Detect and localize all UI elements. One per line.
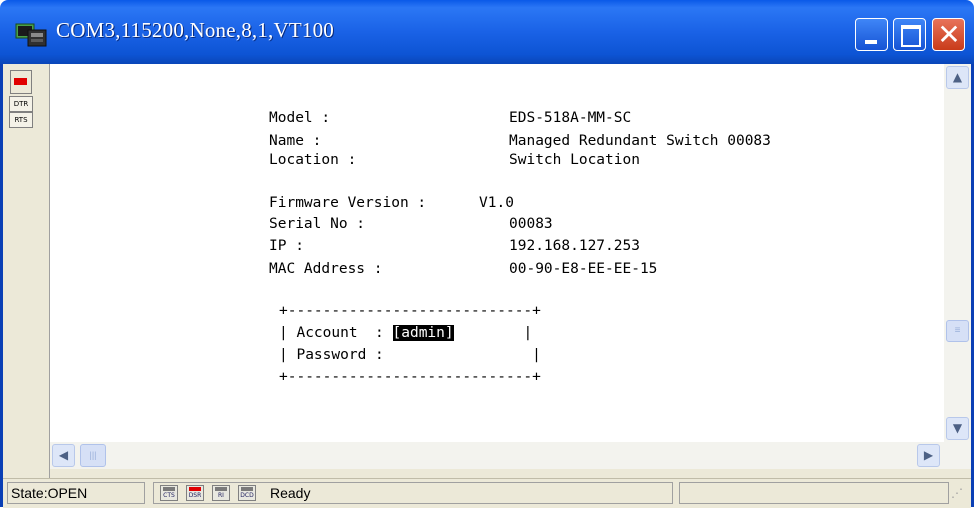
red-flag-icon xyxy=(14,78,27,85)
account-input[interactable]: [admin] xyxy=(392,325,454,341)
status-panel-empty xyxy=(679,482,949,504)
vertical-scrollbar[interactable]: ▲ ≡ ▼ xyxy=(944,64,971,442)
horizontal-scrollbar[interactable]: ◀ ||| ▶ xyxy=(50,442,971,469)
chevron-right-icon: ▶ xyxy=(923,448,934,462)
ri-lamp-icon xyxy=(215,487,227,491)
info-value-location: Switch Location xyxy=(509,152,640,168)
scroll-left-button[interactable]: ◀ xyxy=(52,444,75,467)
account-row: | Account : [admin] | xyxy=(279,324,532,342)
dsr-indicator: DSR xyxy=(186,485,204,501)
account-label: | Account : xyxy=(279,325,393,341)
status-bar: State:OPEN CTS DSR RI DCD Ready ⋰ xyxy=(3,478,971,508)
terminal-screen[interactable]: Model : EDS-518A-MM-SC Name : Managed Re… xyxy=(50,64,944,442)
info-value-mac: 00-90-E8-EE-EE-15 xyxy=(509,261,658,277)
info-label-name: Name : xyxy=(269,133,322,149)
info-label-firmware: Firmware Version : xyxy=(269,195,427,211)
info-label-serial: Serial No : xyxy=(269,216,366,232)
minimize-button[interactable] xyxy=(855,18,888,51)
dsr-lamp-icon xyxy=(189,487,201,491)
dtr-toggle[interactable]: DTR xyxy=(9,96,33,112)
info-label-model: Model : xyxy=(269,110,331,126)
maximize-button[interactable] xyxy=(893,18,926,51)
chevron-left-icon: ◀ xyxy=(58,448,69,462)
info-value-model: EDS-518A-MM-SC xyxy=(509,110,632,126)
horizontal-scroll-thumb[interactable]: ||| xyxy=(80,444,106,467)
maximize-icon xyxy=(901,25,921,47)
cts-indicator: CTS xyxy=(160,485,178,501)
dcd-lamp-icon xyxy=(241,487,253,491)
dcd-indicator: DCD xyxy=(238,485,256,501)
account-row-border: | xyxy=(453,325,533,341)
login-box-bottom-border: +----------------------------+ xyxy=(279,369,541,385)
ri-indicator: RI xyxy=(212,485,230,501)
chevron-up-icon: ▲ xyxy=(952,70,963,84)
connection-state: State:OPEN xyxy=(7,482,145,504)
scroll-up-button[interactable]: ▲ xyxy=(946,66,969,89)
title-bar[interactable]: COM3,115200,None,8,1,VT100 ✕ xyxy=(0,0,974,64)
modem-sidebar: DTR RTS xyxy=(3,64,50,478)
terminal-app-icon xyxy=(15,23,47,47)
resize-grip-icon[interactable]: ⋰ xyxy=(951,485,967,501)
status-text: Ready xyxy=(270,485,311,501)
rts-toggle[interactable]: RTS xyxy=(9,112,33,128)
chevron-down-icon: ▼ xyxy=(952,421,963,435)
vertical-scroll-thumb[interactable]: ≡ xyxy=(946,320,969,342)
info-value-serial: 00083 xyxy=(509,216,553,232)
info-label-mac: MAC Address : xyxy=(269,261,383,277)
signal-indicators: CTS DSR RI DCD Ready xyxy=(153,482,673,504)
window-title: COM3,115200,None,8,1,VT100 xyxy=(56,18,334,42)
cts-lamp-icon xyxy=(163,487,175,491)
password-row[interactable]: | Password : | xyxy=(279,346,541,364)
info-value-firmware: V1.0 xyxy=(479,195,514,211)
info-label-ip: IP : xyxy=(269,238,304,254)
scroll-right-button[interactable]: ▶ xyxy=(917,444,940,467)
close-icon: ✕ xyxy=(937,18,961,51)
connection-toggle-button[interactable] xyxy=(10,70,32,94)
info-value-name: Managed Redundant Switch 00083 xyxy=(509,133,771,149)
login-box-top-border: +----------------------------+ xyxy=(279,303,541,319)
scroll-down-button[interactable]: ▼ xyxy=(946,417,969,440)
info-label-location: Location : xyxy=(269,152,357,168)
close-button[interactable]: ✕ xyxy=(932,18,965,51)
minimize-icon xyxy=(865,40,877,44)
info-value-ip: 192.168.127.253 xyxy=(509,238,640,254)
